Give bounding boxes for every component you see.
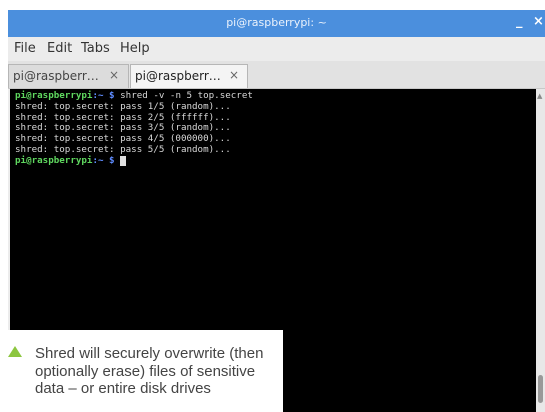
scroll-up-icon[interactable]: ▲ bbox=[537, 92, 542, 100]
output-line: shred: top.secret: pass 5/5 (random)... bbox=[15, 143, 231, 155]
title-bar[interactable]: pi@raspberrypi: ~ _ × bbox=[8, 10, 545, 37]
tab-bar: pi@raspberr… × pi@raspberr… × bbox=[8, 61, 545, 89]
output-line: shred: top.secret: pass 1/5 (random)... bbox=[15, 100, 231, 112]
triangle-up-icon bbox=[8, 346, 22, 357]
menu-bar: File Edit Tabs Help bbox=[8, 37, 545, 61]
output-line: shred: top.secret: pass 2/5 (ffffff)... bbox=[15, 111, 231, 123]
command-text: shred -v -n 5 top.secret bbox=[114, 90, 253, 101]
menu-help[interactable]: Help bbox=[120, 41, 150, 56]
vertical-scrollbar[interactable]: ▲ bbox=[536, 89, 545, 412]
menu-tabs[interactable]: Tabs bbox=[81, 41, 110, 56]
tab-1-label: pi@raspberr… bbox=[13, 69, 99, 83]
tab-2-close-icon[interactable]: × bbox=[229, 68, 239, 82]
text-cursor bbox=[120, 155, 127, 166]
output-line: shred: top.secret: pass 4/5 (000000)... bbox=[15, 133, 231, 145]
tab-1[interactable]: pi@raspberr… × bbox=[8, 64, 129, 88]
figure-caption: Shred will securely overwrite (then opti… bbox=[0, 330, 283, 412]
window-title: pi@raspberrypi: ~ bbox=[226, 16, 327, 29]
scroll-thumb[interactable] bbox=[538, 375, 543, 403]
terminal-output: pi@raspberrypi:~ $ shred -v -n 5 top.sec… bbox=[15, 90, 253, 167]
tab-1-close-icon[interactable]: × bbox=[109, 68, 119, 82]
prompt-dir: :~ $ bbox=[92, 90, 115, 101]
caption-text: Shred will securely overwrite (then opti… bbox=[35, 345, 264, 397]
minimize-button[interactable]: _ bbox=[516, 14, 523, 29]
menu-edit[interactable]: Edit bbox=[47, 41, 72, 56]
final-prompt-user-host: pi@raspberrypi bbox=[15, 154, 93, 166]
final-prompt-dir: :~ $ bbox=[92, 154, 115, 166]
prompt-user-host: pi@raspberrypi bbox=[15, 90, 93, 101]
tab-2-label: pi@raspberr… bbox=[135, 69, 221, 83]
menu-file[interactable]: File bbox=[14, 41, 36, 56]
output-line: shred: top.secret: pass 3/5 (random)... bbox=[15, 122, 231, 134]
tab-2[interactable]: pi@raspberr… × bbox=[130, 64, 248, 88]
close-button[interactable]: × bbox=[533, 14, 544, 29]
